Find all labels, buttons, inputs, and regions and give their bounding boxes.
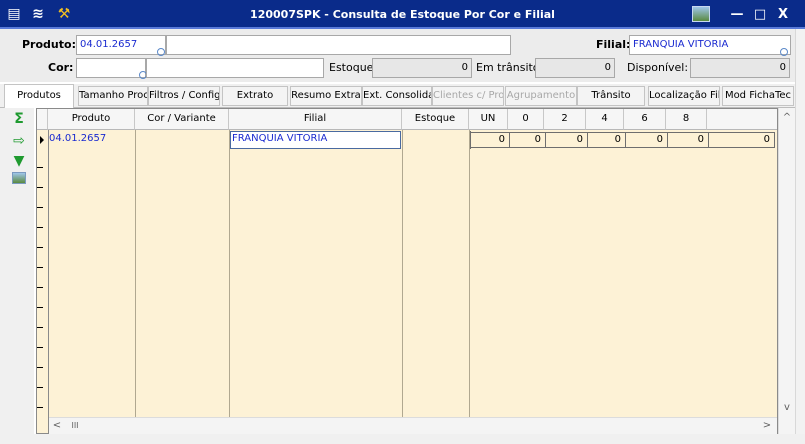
column-divider xyxy=(135,130,136,433)
column-header[interactable]: Filial xyxy=(229,109,402,130)
estoque-field: 0 xyxy=(372,58,472,78)
column-header[interactable]: Produto xyxy=(48,109,135,130)
row-tick xyxy=(37,207,43,208)
scroll-up-icon[interactable]: ^ xyxy=(779,110,795,126)
column-divider xyxy=(402,130,403,433)
row-tick xyxy=(37,267,43,268)
filter-form: Produto: 04.01.2657 Filial: FRANQUIA VIT… xyxy=(0,29,805,82)
row-tick xyxy=(37,227,43,228)
em-transito-label: Em trânsito: xyxy=(476,61,544,74)
size-cell[interactable]: 0 xyxy=(471,132,510,148)
cell-filial[interactable]: FRANQUIA VITORIA xyxy=(230,131,401,149)
close-button[interactable]: X xyxy=(773,0,793,29)
row-tick xyxy=(37,307,43,308)
column-header[interactable]: 8 xyxy=(666,109,707,130)
cell-estoque[interactable] xyxy=(403,132,468,148)
tab-extrato[interactable]: Extrato xyxy=(222,86,288,106)
cell-cor[interactable] xyxy=(137,132,227,148)
horizontal-scrollbar[interactable]: < III > xyxy=(49,417,777,434)
column-header[interactable]: UN xyxy=(469,109,508,130)
size-cell[interactable]: 0 xyxy=(709,132,775,148)
tab-filtros-config[interactable]: Filtros / Config xyxy=(148,86,220,106)
cor-description-field[interactable] xyxy=(146,58,324,78)
tab-produtos[interactable]: Produtos xyxy=(4,84,74,108)
wrench-icon[interactable]: ⚒ xyxy=(56,0,72,29)
picture-icon[interactable] xyxy=(12,172,26,184)
scroll-down-icon[interactable]: v xyxy=(779,400,795,416)
maximize-button[interactable]: □ xyxy=(750,0,770,29)
vertical-scrollbar[interactable]: ^ v xyxy=(778,108,795,434)
scroll-left-icon[interactable]: < xyxy=(49,418,65,434)
size-cell[interactable]: 0 xyxy=(588,132,626,148)
produto-code-field[interactable]: 04.01.2657 xyxy=(76,35,166,55)
column-divider xyxy=(229,130,230,433)
column-divider xyxy=(48,130,49,433)
cell-produto[interactable]: 04.01.2657 xyxy=(49,132,133,148)
column-header[interactable]: 6 xyxy=(624,109,666,130)
size-cell[interactable]: 0 xyxy=(626,132,668,148)
produto-label: Produto: xyxy=(22,38,76,51)
row-tick xyxy=(37,407,43,408)
row-tick xyxy=(37,347,43,348)
column-header[interactable]: 0 xyxy=(508,109,544,130)
tab-transito[interactable]: Trânsito xyxy=(577,86,645,106)
column-header[interactable]: Cor / Variante xyxy=(135,109,229,130)
row-pointer-icon xyxy=(40,136,44,144)
side-toolbar: Σ ⇨ ▼ xyxy=(0,108,34,444)
row-tick xyxy=(37,327,43,328)
minimize-button[interactable]: — xyxy=(727,0,747,29)
size-cell[interactable]: 0 xyxy=(546,132,588,148)
window-bottom-edge xyxy=(0,434,805,444)
estoque-label: Estoque: xyxy=(329,61,378,74)
column-header[interactable]: Estoque xyxy=(402,109,469,130)
scroll-right-icon[interactable]: > xyxy=(759,418,775,434)
lookup-icon[interactable] xyxy=(157,48,165,56)
row-indicator-header xyxy=(37,109,48,130)
tab-agrupamento: Agrupamento xyxy=(505,86,577,106)
cor-code-field[interactable] xyxy=(76,58,146,78)
row-tick xyxy=(37,167,43,168)
collapse-down-icon[interactable]: ▼ xyxy=(12,154,26,168)
row-tick xyxy=(37,287,43,288)
row-tick xyxy=(37,247,43,248)
column-header[interactable]: 2 xyxy=(544,109,586,130)
cor-label: Cor: xyxy=(48,61,74,74)
title-bar: 120007SPK - Consulta de Estoque Por Cor … xyxy=(0,0,805,29)
tab-mod-fichatec[interactable]: Mod FichaTec xyxy=(722,86,794,106)
column-header[interactable]: 4 xyxy=(586,109,624,130)
tab-strip: Produtos Tamanho Proc Filtros / Config E… xyxy=(0,84,805,108)
column-header xyxy=(707,109,777,130)
export-icon[interactable]: ⇨ xyxy=(12,134,26,148)
picture-icon[interactable] xyxy=(692,6,710,22)
stock-grid[interactable]: Produto Cor / Variante Filial Estoque UN… xyxy=(36,108,778,434)
disponivel-field: 0 xyxy=(690,58,790,78)
tab-clientes-produto: Clientes c/ Pro xyxy=(432,86,504,106)
tab-resumo-extrato[interactable]: Resumo Extra xyxy=(290,86,362,106)
scroll-thumb[interactable]: III xyxy=(67,418,83,434)
row-tick xyxy=(37,187,43,188)
size-cell[interactable]: 0 xyxy=(668,132,709,148)
row-tick xyxy=(37,387,43,388)
row-tick xyxy=(37,367,43,368)
sum-icon[interactable]: Σ xyxy=(12,112,26,126)
window-right-edge xyxy=(795,29,805,444)
filial-field[interactable]: FRANQUIA VITORIA xyxy=(629,35,791,55)
filial-label: Filial: xyxy=(596,38,631,51)
tab-localizacao-filial[interactable]: Localização Fil xyxy=(648,86,720,106)
tab-ext-consolidado[interactable]: Ext. Consolida xyxy=(362,86,432,106)
tab-tamanho-proc[interactable]: Tamanho Proc xyxy=(78,86,148,106)
column-divider xyxy=(469,130,470,433)
list-icon[interactable]: ≋ xyxy=(30,0,46,29)
menu-icon[interactable]: ▤ xyxy=(6,0,22,29)
disponivel-label: Disponível: xyxy=(627,61,689,74)
size-cell[interactable]: 0 xyxy=(510,132,546,148)
produto-description-field[interactable] xyxy=(166,35,511,55)
lookup-icon[interactable] xyxy=(780,48,788,56)
window-title: 120007SPK - Consulta de Estoque Por Cor … xyxy=(250,8,555,21)
em-transito-field: 0 xyxy=(535,58,615,78)
